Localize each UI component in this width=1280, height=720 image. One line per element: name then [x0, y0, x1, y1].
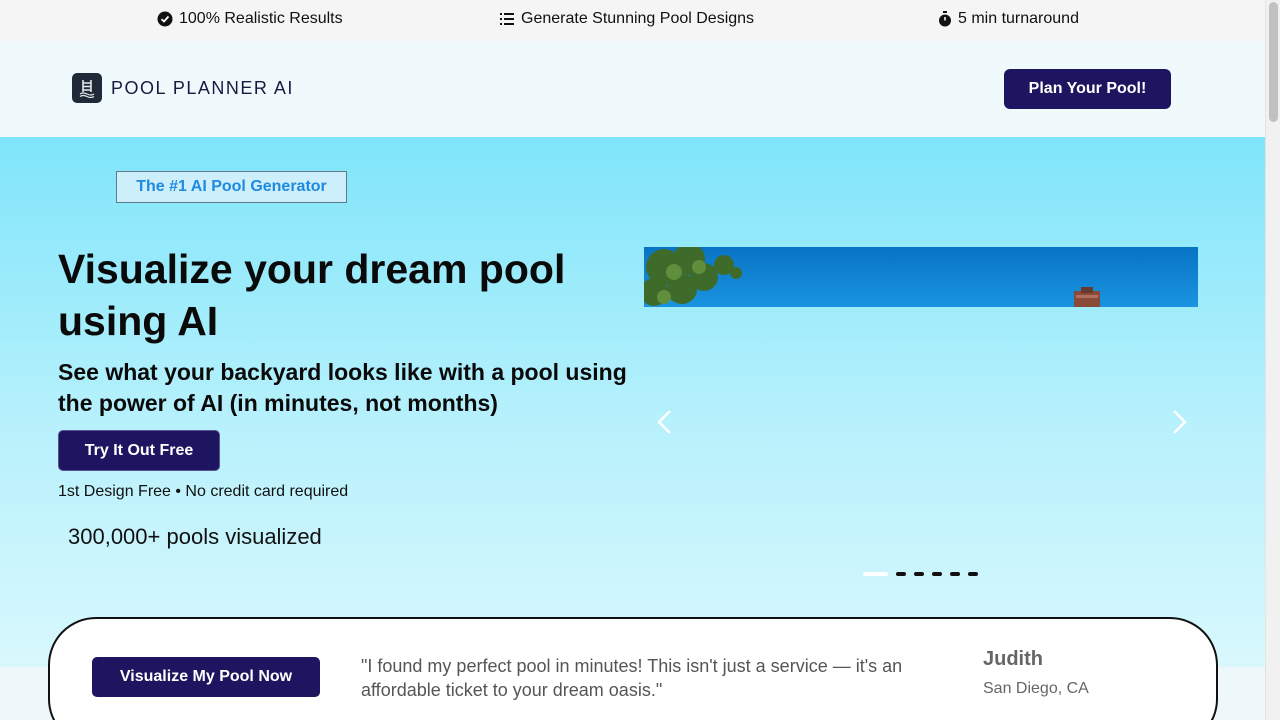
- chimney: [1074, 287, 1100, 307]
- announcement-designs: Generate Stunning Pool Designs: [499, 10, 754, 28]
- page-scrollbar[interactable]: [1265, 0, 1280, 720]
- announcement-realistic: 100% Realistic Results: [157, 10, 343, 28]
- check-circle-icon: [157, 11, 173, 27]
- announcement-realistic-label: 100% Realistic Results: [179, 10, 343, 27]
- pool-ladder-icon: [72, 73, 102, 103]
- hero-subtitle: See what your backyard looks like with a…: [58, 359, 627, 416]
- try-it-out-free-button[interactable]: Try It Out Free: [58, 430, 220, 471]
- carousel-prev-button[interactable]: [650, 405, 680, 439]
- carousel-pagination: [863, 572, 978, 576]
- chevron-left-icon: [657, 410, 671, 434]
- hero-badge: The #1 AI Pool Generator: [116, 171, 347, 203]
- chevron-right-icon: [1173, 410, 1187, 434]
- scrollbar-thumb[interactable]: [1269, 2, 1278, 122]
- carousel-dot-3[interactable]: [914, 572, 924, 576]
- hero-title: Visualize your dream pool using AI: [58, 246, 566, 344]
- hero-note: 1st Design Free • No credit card require…: [58, 483, 349, 500]
- site-logo[interactable]: POOL PLANNER AI: [72, 73, 294, 103]
- plan-your-pool-button[interactable]: Plan Your Pool!: [1004, 69, 1171, 109]
- announcement-turnaround-label: 5 min turnaround: [958, 10, 1079, 27]
- hero-stat: 300,000+ pools visualized: [68, 524, 322, 549]
- carousel-dot-5[interactable]: [950, 572, 960, 576]
- carousel-slide-image: [644, 247, 1198, 307]
- carousel-dot-4[interactable]: [932, 572, 942, 576]
- logo-text: POOL PLANNER AI: [111, 77, 294, 98]
- pool-carousel: [644, 247, 1198, 587]
- list-icon: [500, 13, 514, 25]
- testimonial-location: San Diego, CA: [983, 680, 1089, 697]
- carousel-next-button[interactable]: [1164, 405, 1194, 439]
- visualize-my-pool-button[interactable]: Visualize My Pool Now: [92, 657, 320, 697]
- testimonial-quote: "I found my perfect pool in minutes! Thi…: [361, 656, 903, 700]
- carousel-dot-6[interactable]: [968, 572, 978, 576]
- site-header: POOL PLANNER AI Plan Your Pool!: [0, 41, 1265, 137]
- testimonial-bar: Visualize My Pool Now "I found my perfec…: [48, 617, 1218, 720]
- carousel-dot-1[interactable]: [863, 572, 888, 576]
- announcement-designs-label: Generate Stunning Pool Designs: [521, 10, 755, 27]
- announcement-bar: 100% Realistic Results Generate Stunning…: [0, 0, 1265, 41]
- carousel-dot-2[interactable]: [896, 572, 906, 576]
- announcement-turnaround: 5 min turnaround: [938, 10, 1079, 28]
- stopwatch-icon: [939, 11, 951, 27]
- hero-section: The #1 AI Pool Generator Visualize your …: [0, 137, 1265, 667]
- testimonial-author: Judith: [983, 648, 1043, 670]
